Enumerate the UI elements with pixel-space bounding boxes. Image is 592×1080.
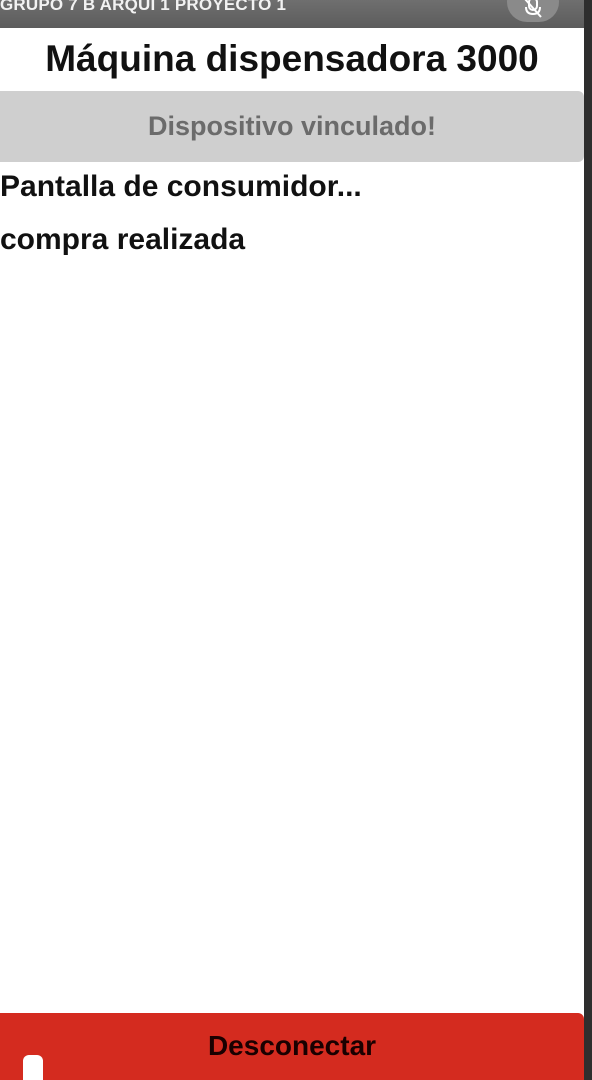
microphone-off-icon — [524, 0, 542, 18]
purchase-status-text: compra realizada — [0, 223, 246, 256]
cursor-icon — [23, 1055, 43, 1080]
mic-toggle-button[interactable] — [507, 0, 559, 22]
window-title: GRUPO 7 B ARQUI 1 PROYECTO 1 — [0, 0, 287, 14]
app-screen: GRUPO 7 B ARQUI 1 PROYECTO 1 Máquina dis… — [0, 0, 584, 1080]
status-banner: Dispositivo vinculado! — [0, 91, 584, 162]
disconnect-label: Desconectar — [207, 1030, 377, 1061]
window-edge — [584, 0, 592, 1080]
window-titlebar: GRUPO 7 B ARQUI 1 PROYECTO 1 — [0, 0, 584, 28]
consumer-screen-label: Pantalla de consumidor... — [0, 170, 362, 203]
status-banner-text: Dispositivo vinculado! — [147, 111, 437, 141]
page-title: Máquina dispensadora 3000 — [45, 38, 539, 79]
disconnect-button[interactable]: Desconectar — [0, 1013, 584, 1080]
